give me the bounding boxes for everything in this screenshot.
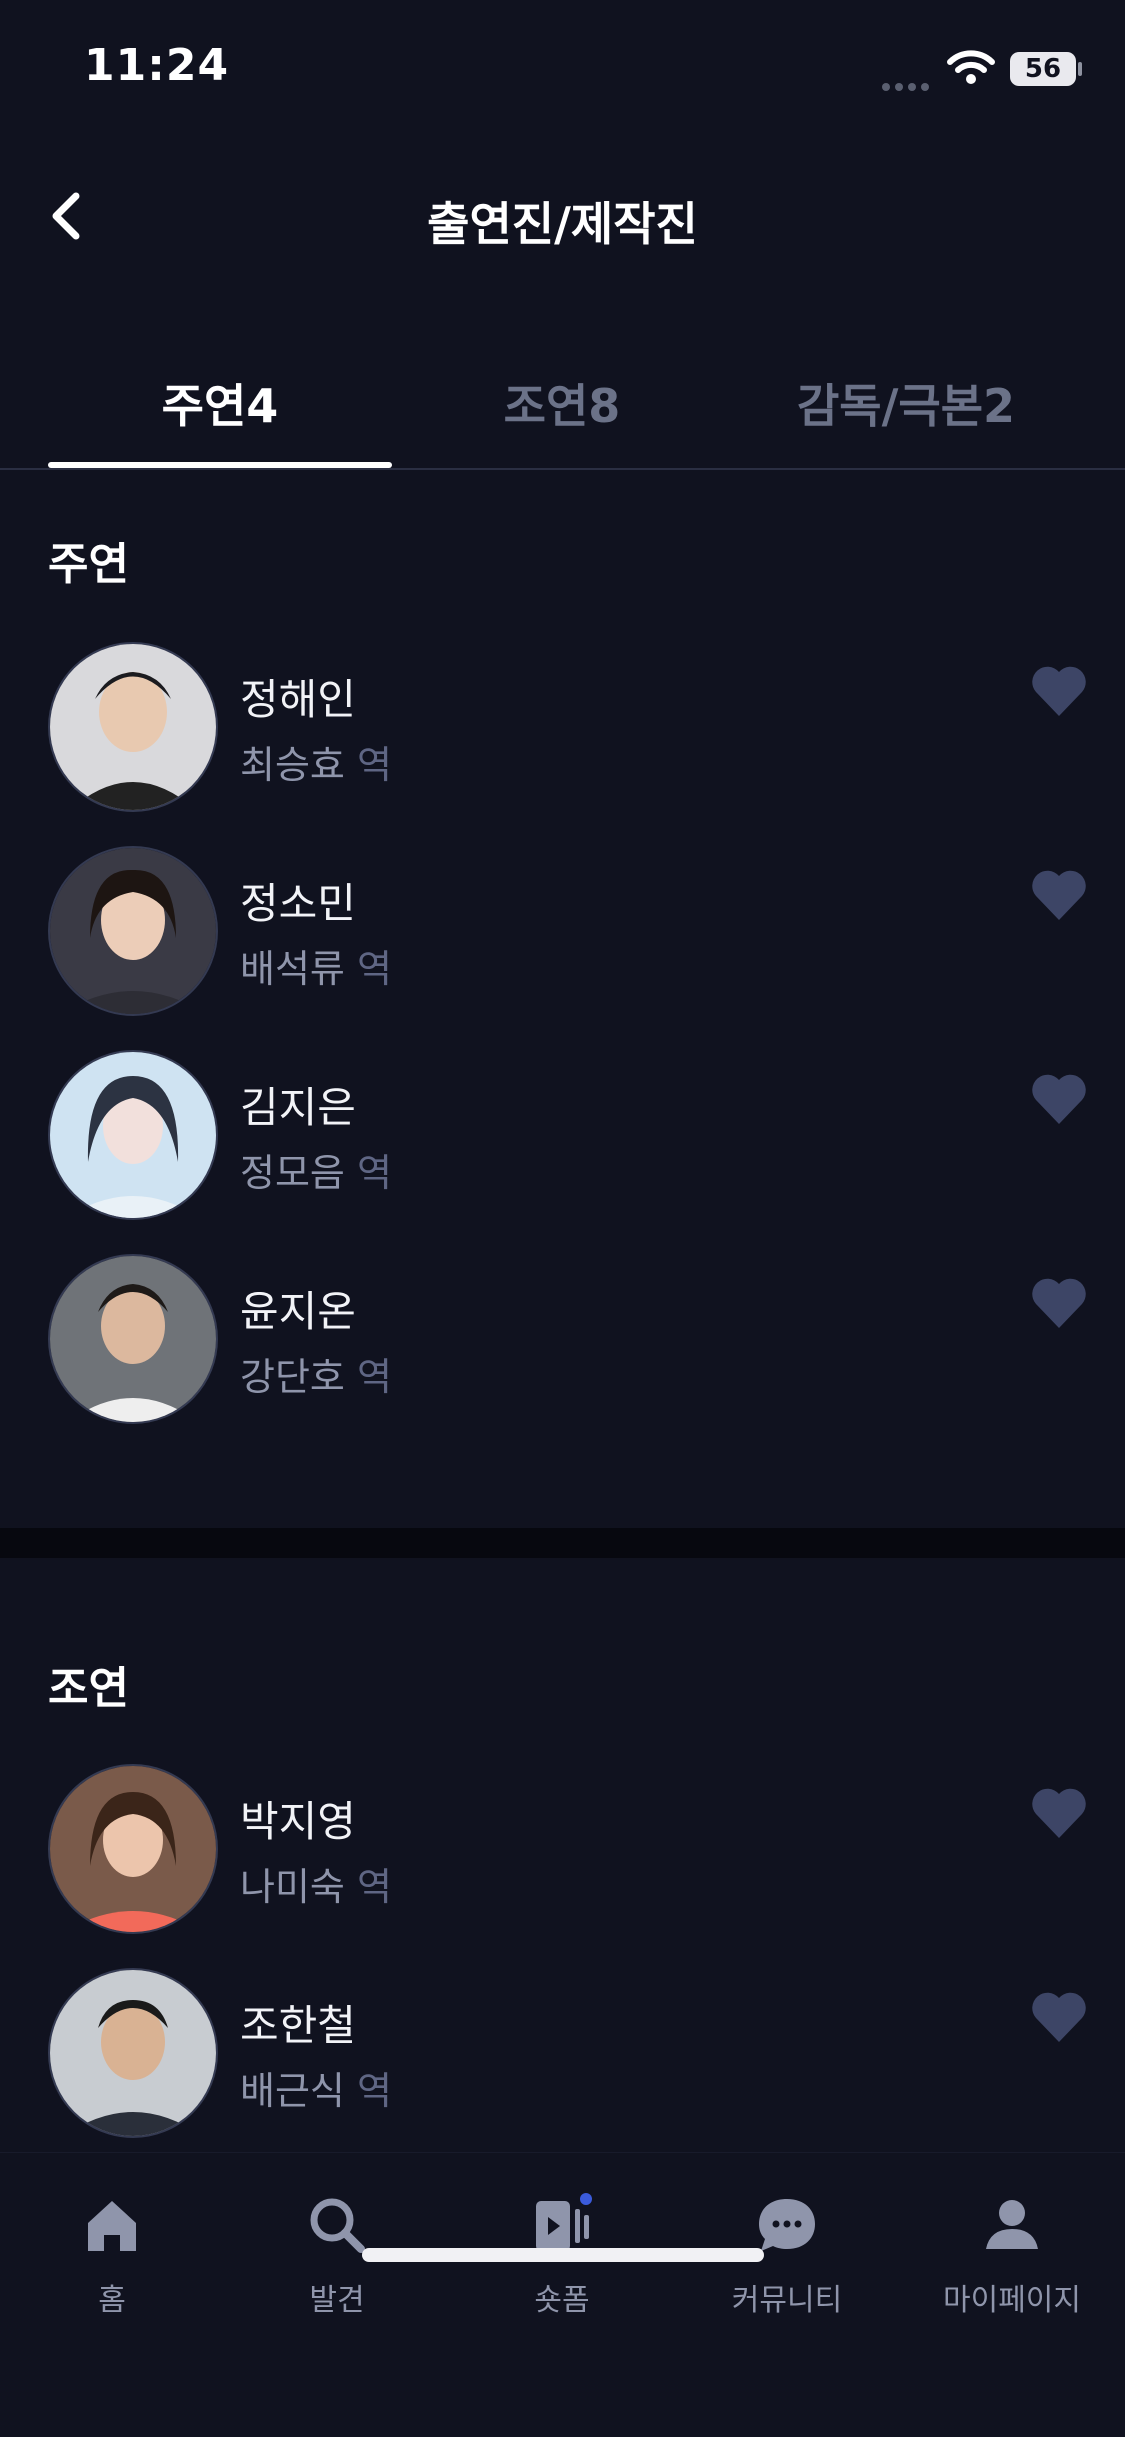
active-tab-indicator: [48, 462, 392, 468]
avatar: [48, 1050, 218, 1220]
chat-bubble-icon: [759, 2199, 815, 2251]
cast-name: 정해인: [240, 675, 356, 724]
avatar: [48, 846, 218, 1016]
avatar: [48, 1764, 218, 1934]
battery-nub: [1078, 62, 1082, 76]
cast-name: 조한철: [240, 2001, 356, 2050]
top-navbar: 출연진/제작진: [0, 160, 1125, 270]
nav-home[interactable]: 홈: [22, 2193, 202, 2319]
battery-icon: 56: [1010, 52, 1076, 86]
cellular-signal-icon: [882, 76, 934, 95]
avatar: [48, 642, 218, 812]
cast-item[interactable]: 정해인 최승효 역: [48, 642, 1088, 812]
avatar: [48, 1254, 218, 1424]
tab-lead[interactable]: 주연4: [48, 370, 392, 436]
page-title: 출연진/제작진: [427, 197, 698, 251]
nav-mypage-label: 마이페이지: [943, 2283, 1081, 2318]
section-title-support: 조연: [48, 1663, 129, 1714]
avatar: [48, 1968, 218, 2138]
cast-item[interactable]: 김지은 정모음 역: [48, 1050, 1088, 1220]
nav-discover-label: 발견: [309, 2283, 365, 2318]
home-indicator: [362, 2248, 764, 2262]
tab-director-writer[interactable]: 감독/극본2: [734, 370, 1078, 436]
profile-icon: [986, 2200, 1038, 2249]
section-divider: [0, 1528, 1125, 1558]
cast-name: 박지영: [240, 1797, 356, 1846]
heart-icon[interactable]: [1030, 1786, 1088, 1840]
heart-icon[interactable]: [1030, 868, 1088, 922]
nav-mypage[interactable]: 마이페이지: [922, 2193, 1102, 2319]
heart-icon[interactable]: [1030, 1072, 1088, 1126]
status-time: 11:24: [84, 40, 230, 91]
status-bar: 11:24 56: [0, 0, 1125, 140]
section-title-lead: 주연: [48, 539, 129, 590]
tab-support[interactable]: 조연8: [390, 370, 734, 436]
tab-bar: 주연4 조연8 감독/극본2: [0, 350, 1125, 470]
cast-name: 정소민: [240, 879, 356, 928]
cast-name: 김지은: [240, 1083, 356, 1132]
cast-role: 배근식 역: [240, 2069, 392, 2113]
cast-role: 최승효 역: [240, 743, 392, 787]
nav-community-label: 커뮤니티: [731, 2283, 843, 2318]
cast-role: 정모음 역: [240, 1151, 392, 1195]
cast-role: 강단호 역: [240, 1355, 392, 1399]
nav-shortform-label: 숏폼: [534, 2283, 590, 2318]
search-icon: [310, 2198, 365, 2253]
heart-icon[interactable]: [1030, 1990, 1088, 2044]
wifi-icon: [947, 50, 995, 84]
cast-role: 배석류 역: [240, 947, 392, 991]
cast-item[interactable]: 조한철 배근식 역: [48, 1968, 1088, 2138]
home-icon: [88, 2201, 136, 2251]
cast-role: 나미숙 역: [240, 1865, 392, 1909]
heart-icon[interactable]: [1030, 664, 1088, 718]
heart-icon[interactable]: [1030, 1276, 1088, 1330]
cast-name: 윤지온: [240, 1287, 356, 1336]
bottom-tab-bar: 홈 발견 숏폼 커뮤니티 마이페이지: [0, 2152, 1125, 2437]
cast-item[interactable]: 윤지온 강단호 역: [48, 1254, 1088, 1424]
cast-item[interactable]: 정소민 배석류 역: [48, 846, 1088, 1016]
cast-item[interactable]: 박지영 나미숙 역: [48, 1764, 1088, 1934]
nav-home-label: 홈: [98, 2283, 126, 2318]
